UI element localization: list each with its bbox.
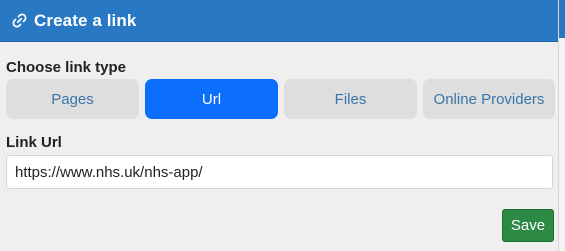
scrollbar-thumb[interactable] bbox=[559, 0, 565, 38]
panel-header: Create a link bbox=[0, 0, 558, 42]
link-type-url-button[interactable]: Url bbox=[145, 79, 278, 119]
link-type-pages-button[interactable]: Pages bbox=[6, 79, 139, 119]
link-type-online-providers-button[interactable]: Online Providers bbox=[423, 79, 555, 119]
panel-title: Create a link bbox=[34, 10, 137, 30]
link-type-files-button[interactable]: Files bbox=[284, 79, 417, 119]
scrollbar[interactable] bbox=[558, 0, 565, 251]
create-link-panel: Create a link Choose link type Pages Url… bbox=[0, 0, 565, 251]
link-icon bbox=[11, 12, 28, 29]
save-button[interactable]: Save bbox=[502, 209, 554, 242]
link-type-label: Choose link type bbox=[6, 59, 127, 76]
link-url-label: Link Url bbox=[6, 134, 62, 151]
link-url-input[interactable] bbox=[6, 155, 553, 189]
